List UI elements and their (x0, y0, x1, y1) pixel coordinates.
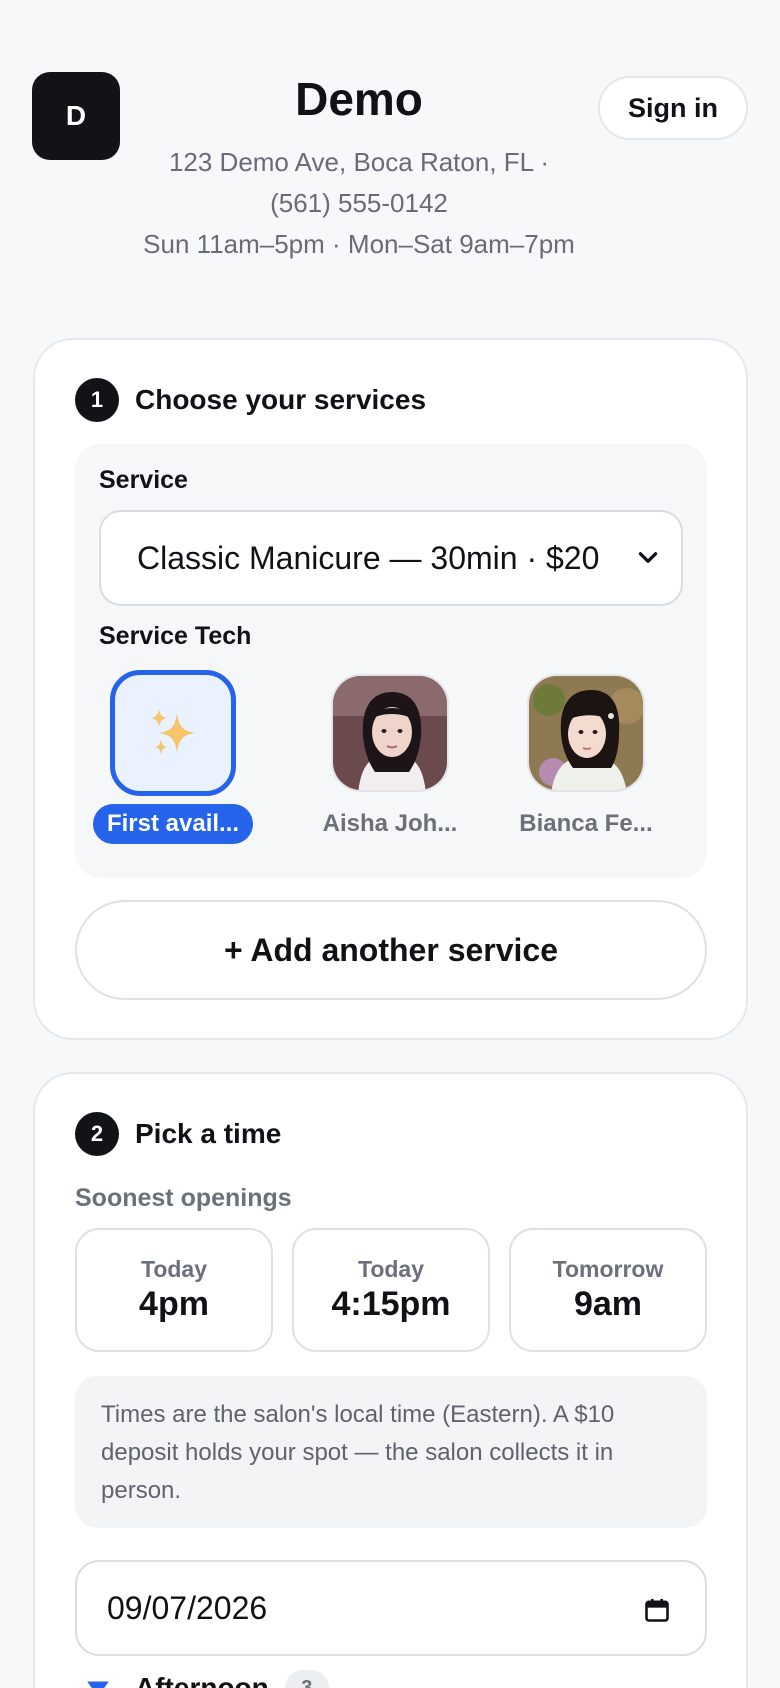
step-title: Pick a time (135, 1118, 282, 1149)
logo-letter: D (65, 100, 87, 131)
tech-name: First avail... (92, 804, 254, 844)
business-info: 123 Demo Ave, Boca Raton, FL · (561) 555… (140, 142, 578, 265)
time-slot[interactable]: Tomorrow 9am (509, 1228, 707, 1352)
step-1-header: 1 Choose your services (75, 378, 426, 422)
triangle-down-icon (87, 1681, 109, 1688)
time-slot[interactable]: Today 4:15pm (292, 1228, 490, 1352)
tech-avatar-photo (331, 674, 449, 792)
sparkles-icon (151, 709, 195, 755)
tech-name: Bianca Fe... (519, 810, 653, 837)
slot-time: 9am (573, 1285, 643, 1323)
date-input[interactable]: 09/07/2026 (75, 1560, 707, 1656)
add-another-service-button[interactable]: + Add another service (75, 900, 707, 1000)
section-label: Afternoon (135, 1672, 269, 1688)
tech-option-aisha[interactable]: Aisha Joh... (295, 674, 485, 844)
tech-name: Aisha Joh... (322, 810, 458, 837)
business-name: Demo (295, 73, 423, 125)
service-select[interactable]: Classic Manicure — 30min · $20 (99, 510, 683, 606)
person-photo-icon (333, 676, 447, 790)
tech-avatar (110, 670, 236, 796)
timezone-deposit-note: Times are the salon's local time (Easter… (75, 1376, 707, 1528)
slot-time: 4pm (139, 1285, 209, 1323)
services-card: 1 Choose your services Service Classic M… (33, 338, 748, 1040)
slot-day: Tomorrow (552, 1256, 664, 1282)
slot-time: 4:15pm (331, 1285, 451, 1323)
service-panel: Service Classic Manicure — 30min · $20 S… (75, 444, 707, 878)
tech-option-bianca[interactable]: Bianca Fe... (491, 674, 681, 844)
calendar-icon[interactable] (643, 1596, 671, 1624)
slot-day: Today (357, 1256, 425, 1282)
tech-option-first-available[interactable]: First avail... (78, 670, 268, 844)
service-tech-label: Service Tech (99, 622, 252, 650)
service-label: Service (99, 466, 188, 494)
service-select-value: Classic Manicure — 30min · $20 (137, 539, 600, 576)
person-photo-icon (529, 676, 643, 790)
soonest-openings-label: Soonest openings (75, 1184, 292, 1212)
step-number-badge: 2 (75, 1112, 119, 1156)
business-address: 123 Demo Ave, Boca Raton, FL · (561) 555… (168, 147, 550, 218)
date-value: 09/07/2026 (107, 1589, 268, 1626)
tech-avatar-photo (527, 674, 645, 792)
step-number-badge: 1 (75, 378, 119, 422)
step-title: Choose your services (135, 384, 427, 415)
sign-in-button[interactable]: Sign in (598, 76, 748, 140)
slot-day: Today (140, 1256, 208, 1282)
chevron-down-icon (638, 552, 658, 563)
slot-count-badge: 3 (284, 1670, 329, 1688)
step-2-header: 2 Pick a time (75, 1112, 281, 1156)
time-slot[interactable]: Today 4pm (75, 1228, 273, 1352)
afternoon-section-header[interactable]: Afternoon 3 (85, 1670, 329, 1688)
business-logo: D (32, 72, 120, 160)
business-hours: Sun 11am–5pm · Mon–Sat 9am–7pm (143, 229, 575, 259)
pick-time-card: 2 Pick a time Soonest openings Today 4pm… (33, 1072, 748, 1688)
